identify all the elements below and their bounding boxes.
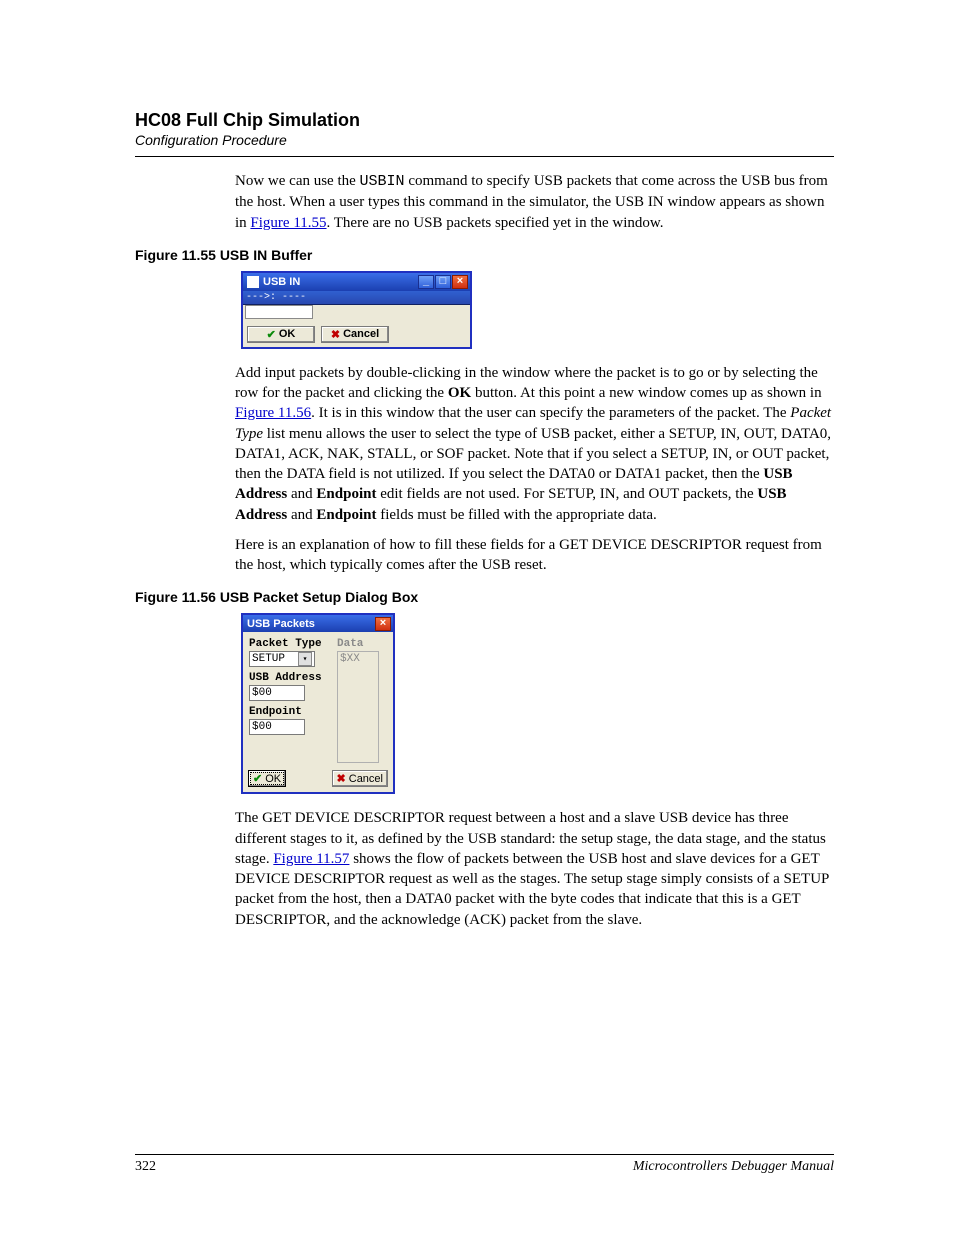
paragraph-1: Now we can use the USBIN command to spec… <box>235 171 834 233</box>
bold-endpoint: Endpoint <box>316 486 376 502</box>
manual-name: Microcontrollers Debugger Manual <box>633 1159 834 1175</box>
text: edit fields are not used. For SETUP, IN,… <box>376 486 757 502</box>
ok-button[interactable]: ✔ OK <box>248 770 286 787</box>
minimize-button[interactable]: _ <box>418 275 434 289</box>
close-button[interactable]: × <box>452 275 468 289</box>
check-icon: ✔ <box>267 328 276 341</box>
cancel-button[interactable]: ✖ Cancel <box>321 326 389 343</box>
usb-address-value: $00 <box>252 687 272 699</box>
figure-11-56-caption: Figure 11.56 USB Packet Setup Dialog Box <box>135 589 834 605</box>
page-footer: 322 Microcontrollers Debugger Manual <box>135 1154 834 1175</box>
usb-address-field[interactable]: $00 <box>249 685 305 701</box>
paragraph-3: Here is an explanation of how to fill th… <box>235 535 834 576</box>
ok-label: OK <box>279 328 296 340</box>
endpoint-label: Endpoint <box>249 706 329 718</box>
text: and <box>287 486 316 502</box>
cross-icon: ✖ <box>331 328 340 341</box>
text: Now we can use the <box>235 173 360 189</box>
cross-icon: ✖ <box>337 772 346 785</box>
link-figure-11-55[interactable]: Figure 11.55 <box>250 215 326 231</box>
window-title: USB IN <box>263 276 300 288</box>
usb-in-window: USB IN _ □ × --->: ---- ✔ OK ✖ Cancel <box>241 271 472 349</box>
ok-label: OK <box>265 773 281 785</box>
endpoint-value: $00 <box>252 721 272 733</box>
usb-packets-titlebar: USB Packets × <box>243 615 393 632</box>
data-field: $XX <box>337 651 379 763</box>
data-value: $XX <box>340 653 360 665</box>
packet-type-dropdown[interactable]: SETUP ▾ <box>249 651 315 667</box>
usb-packets-dialog: USB Packets × Packet Type SETUP ▾ USB Ad… <box>241 613 395 794</box>
text: . It is in this window that the user can… <box>311 405 790 421</box>
close-button[interactable]: × <box>375 617 391 631</box>
paragraph-2: Add input packets by double-clicking in … <box>235 363 834 525</box>
bold-ok: OK <box>448 385 471 401</box>
cancel-label: Cancel <box>343 328 379 340</box>
packet-type-label: Packet Type <box>249 638 329 650</box>
ok-button[interactable]: ✔ OK <box>247 326 315 343</box>
figure-11-55-caption: Figure 11.55 USB IN Buffer <box>135 247 834 263</box>
page-subtitle: Configuration Procedure <box>135 132 834 148</box>
maximize-button[interactable]: □ <box>435 275 451 289</box>
packet-type-value: SETUP <box>252 653 285 665</box>
page-number: 322 <box>135 1159 156 1175</box>
page-header: HC08 Full Chip Simulation Configuration … <box>135 110 834 157</box>
usb-in-packet-slot[interactable] <box>245 305 313 319</box>
bold-endpoint-2: Endpoint <box>316 507 376 523</box>
text: button. At this point a new window comes… <box>471 385 821 401</box>
text: list menu allows the user to select the … <box>235 426 831 483</box>
page-title: HC08 Full Chip Simulation <box>135 110 834 131</box>
dialog-title: USB Packets <box>247 618 315 630</box>
endpoint-field[interactable]: $00 <box>249 719 305 735</box>
cancel-button[interactable]: ✖ Cancel <box>332 770 388 787</box>
usb-in-command-row: --->: ---- <box>243 291 470 305</box>
text: . There are no USB packets specified yet… <box>327 215 664 231</box>
footer-divider <box>135 1154 834 1155</box>
cancel-label: Cancel <box>349 773 383 785</box>
text: and <box>287 507 316 523</box>
check-icon: ✔ <box>253 772 262 785</box>
header-divider <box>135 156 834 157</box>
text: fields must be filled with the appropria… <box>376 507 656 523</box>
usb-address-label: USB Address <box>249 672 329 684</box>
paragraph-4: The GET DEVICE DESCRIPTOR request betwee… <box>235 808 834 930</box>
window-icon <box>247 276 259 288</box>
data-label: Data <box>337 638 379 650</box>
usb-in-titlebar: USB IN _ □ × <box>243 273 470 291</box>
link-figure-11-57[interactable]: Figure 11.57 <box>273 851 349 867</box>
chevron-down-icon: ▾ <box>298 652 312 666</box>
link-figure-11-56[interactable]: Figure 11.56 <box>235 405 311 421</box>
code-usbin: USBIN <box>360 173 405 190</box>
